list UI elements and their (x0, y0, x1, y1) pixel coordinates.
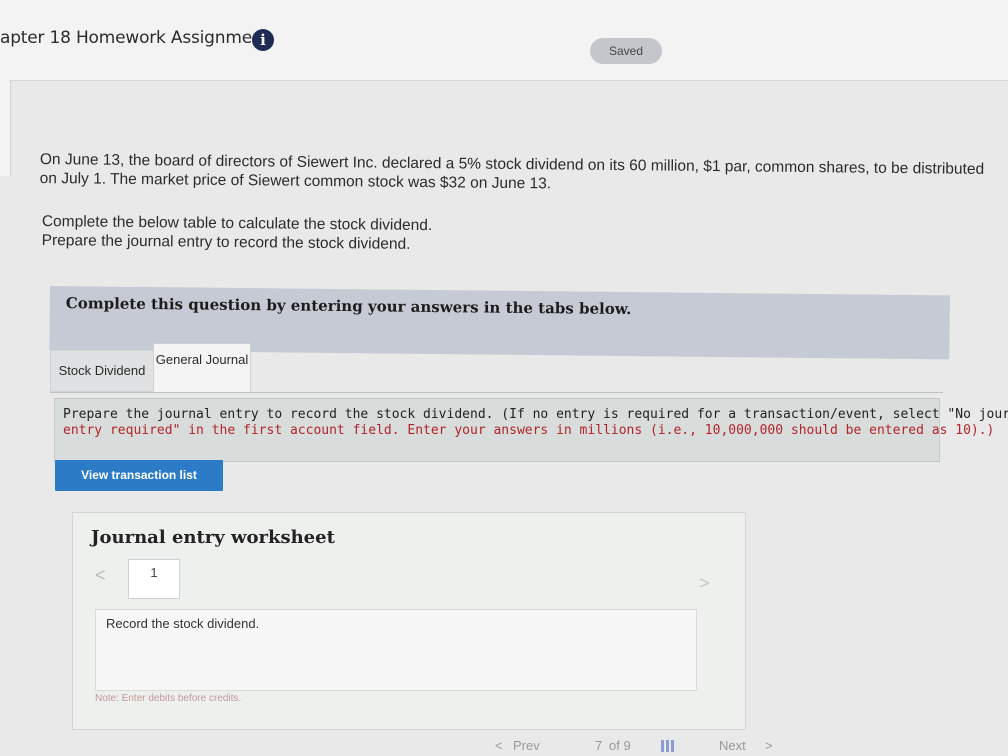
chevron-left-icon[interactable]: < (495, 738, 503, 753)
saved-status-badge: Saved (590, 38, 662, 64)
page-title: apter 18 Homework Assignment (0, 28, 269, 48)
instruction-journal: Prepare the journal entry to record the … (41, 231, 411, 253)
tab-divider (50, 392, 943, 393)
journal-prompt: Prepare the journal entry to record the … (54, 398, 1008, 462)
chevron-left-icon[interactable]: < (95, 565, 106, 586)
page-total: of 9 (609, 738, 631, 753)
worksheet-title: Journal entry worksheet (91, 527, 335, 548)
side-panel-edge (0, 80, 11, 176)
entry-number-tab[interactable]: 1 (128, 559, 180, 599)
view-transaction-list-button[interactable]: View transaction list (55, 460, 223, 491)
journal-entry-worksheet: Journal entry worksheet < 1 > Record the… (72, 512, 746, 730)
question-instructions: Complete the below table to calculate th… (42, 212, 433, 254)
prompt-lead: Prepare the journal entry to record the … (63, 407, 1008, 422)
info-icon[interactable]: i (252, 29, 274, 51)
prompt-line-2: entry required" in the first account fie… (63, 423, 995, 438)
grid-icon[interactable] (661, 740, 675, 752)
top-bar: apter 18 Homework Assignment i Saved (0, 0, 1008, 81)
chevron-right-icon[interactable]: > (699, 573, 710, 594)
tab-general-journal[interactable]: General Journal (153, 343, 251, 393)
tab-bar: Stock Dividend General Journal (50, 340, 950, 400)
tab-stock-dividend[interactable]: Stock Dividend (50, 350, 154, 392)
worksheet-note: Note: Enter debits before credits. (95, 693, 242, 704)
prev-button[interactable]: Prev (513, 738, 540, 753)
entry-description: Record the stock dividend. (106, 616, 260, 631)
page-current: 7 (595, 738, 603, 753)
prompt-line-1: Prepare the journal entry to record the … (63, 407, 1008, 422)
next-button[interactable]: Next (719, 738, 746, 753)
question-text: On June 13, the board of directors of Si… (39, 150, 985, 193)
banner-text: Complete this question by entering your … (65, 294, 632, 319)
entry-description-box: Record the stock dividend. (95, 609, 697, 691)
chevron-right-icon[interactable]: > (765, 738, 773, 753)
